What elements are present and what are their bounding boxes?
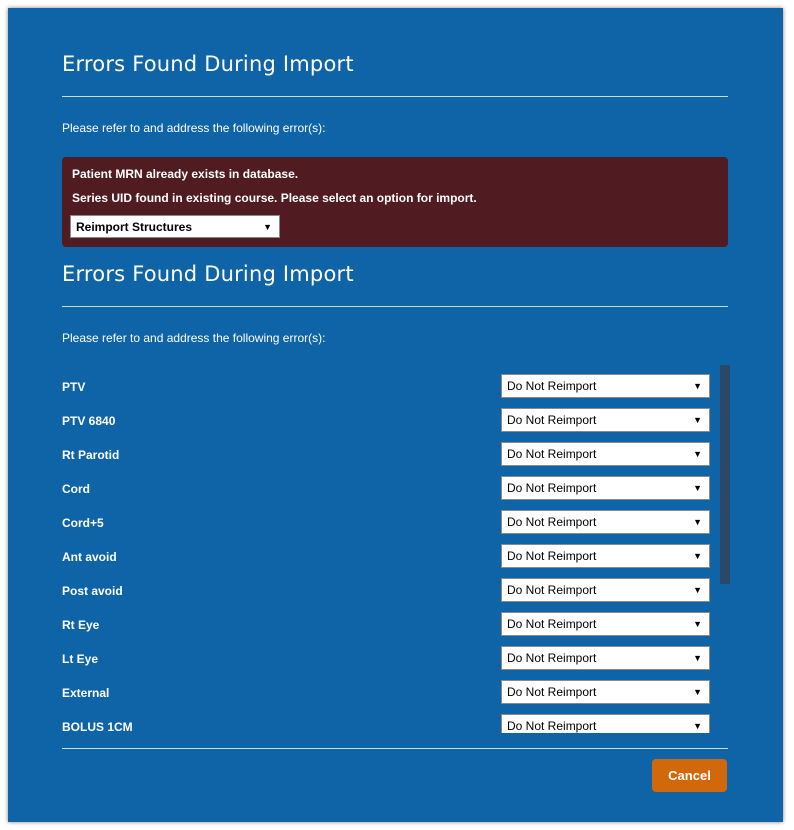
structure-reimport-value: Do Not Reimport <box>507 379 597 393</box>
structure-reimport-value: Do Not Reimport <box>507 617 597 631</box>
import-option-select[interactable]: Reimport Structures ▼ <box>70 215 280 238</box>
structure-label: Lt Eye <box>62 652 99 666</box>
structure-reimport-select[interactable]: Do Not Reimport ▼ <box>501 374 710 398</box>
structure-reimport-select[interactable]: Do Not Reimport ▼ <box>501 578 710 602</box>
section2-title: Errors Found During Import <box>62 262 354 286</box>
structure-row: Rt Eye Do Not Reimport ▼ <box>62 608 729 642</box>
structure-reimport-value: Do Not Reimport <box>507 413 597 427</box>
section1-title: Errors Found During Import <box>62 52 354 76</box>
structure-label: Cord+5 <box>62 516 104 530</box>
structure-reimport-select[interactable]: Do Not Reimport ▼ <box>501 510 710 534</box>
chevron-down-icon: ▼ <box>693 381 702 391</box>
structure-label: Post avoid <box>62 584 123 598</box>
structure-label: Rt Eye <box>62 618 100 632</box>
chevron-down-icon: ▼ <box>693 483 702 493</box>
section1-intro: Please refer to and address the followin… <box>62 121 326 135</box>
structure-row: External Do Not Reimport ▼ <box>62 676 729 710</box>
chevron-down-icon: ▼ <box>693 653 702 663</box>
structure-label: PTV <box>62 380 86 394</box>
structure-row: PTV Do Not Reimport ▼ <box>62 370 729 404</box>
structure-reimport-select[interactable]: Do Not Reimport ▼ <box>501 612 710 636</box>
structure-reimport-value: Do Not Reimport <box>507 583 597 597</box>
structure-reimport-value: Do Not Reimport <box>507 651 597 665</box>
structure-label: Cord <box>62 482 90 496</box>
section2-divider <box>62 306 728 307</box>
chevron-down-icon: ▼ <box>693 619 702 629</box>
chevron-down-icon: ▼ <box>693 721 702 731</box>
structure-reimport-value: Do Not Reimport <box>507 685 597 699</box>
structure-reimport-select[interactable]: Do Not Reimport ▼ <box>501 544 710 568</box>
section1-divider <box>62 96 728 97</box>
structure-reimport-select[interactable]: Do Not Reimport ▼ <box>501 408 710 432</box>
structure-label: Ant avoid <box>62 550 117 564</box>
structure-label: External <box>62 686 110 700</box>
section2-intro: Please refer to and address the followin… <box>62 331 326 345</box>
chevron-down-icon: ▼ <box>693 585 702 595</box>
import-option-value: Reimport Structures <box>76 219 193 234</box>
structure-label: Rt Parotid <box>62 448 120 462</box>
chevron-down-icon: ▼ <box>693 551 702 561</box>
structure-label: BOLUS 1CM <box>62 720 133 733</box>
structure-list-content: PTV Do Not Reimport ▼ PTV 6840 Do Not Reimpo… <box>62 370 729 733</box>
structure-reimport-value: Do Not Reimport <box>507 515 597 529</box>
structure-row: Lt Eye Do Not Reimport ▼ <box>62 642 729 676</box>
structure-row: Cord+5 Do Not Reimport ▼ <box>62 506 729 540</box>
structure-row: Rt Parotid Do Not Reimport ▼ <box>62 438 729 472</box>
structure-reimport-select[interactable]: Do Not Reimport ▼ <box>501 442 710 466</box>
structure-row: BOLUS 1CM Do Not Reimport ▼ <box>62 710 729 733</box>
chevron-down-icon: ▼ <box>693 517 702 527</box>
structure-row: Ant avoid Do Not Reimport ▼ <box>62 540 729 574</box>
structure-label: PTV 6840 <box>62 414 116 428</box>
structure-list: PTV Do Not Reimport ▼ PTV 6840 Do Not Reimpo… <box>62 370 729 733</box>
cancel-button[interactable]: Cancel <box>652 759 727 792</box>
structure-reimport-select[interactable]: Do Not Reimport ▼ <box>501 680 710 704</box>
structure-reimport-value: Do Not Reimport <box>507 481 597 495</box>
error-series-uid: Series UID found in existing course. Ple… <box>72 191 477 205</box>
structure-row: Cord Do Not Reimport ▼ <box>62 472 729 506</box>
chevron-down-icon: ▼ <box>693 449 702 459</box>
chevron-down-icon: ▼ <box>263 221 272 232</box>
structure-reimport-value: Do Not Reimport <box>507 447 597 461</box>
chevron-down-icon: ▼ <box>693 687 702 697</box>
structure-reimport-select[interactable]: Do Not Reimport ▼ <box>501 714 710 733</box>
import-errors-dialog: Errors Found During Import Please refer … <box>8 8 783 822</box>
error-mrn-exists: Patient MRN already exists in database. <box>72 167 299 181</box>
structure-row: PTV 6840 Do Not Reimport ▼ <box>62 404 729 438</box>
structure-list-scrollbar[interactable] <box>720 365 730 584</box>
structure-row: Post avoid Do Not Reimport ▼ <box>62 574 729 608</box>
structure-reimport-value: Do Not Reimport <box>507 719 597 733</box>
structure-reimport-select[interactable]: Do Not Reimport ▼ <box>501 476 710 500</box>
footer-divider <box>62 748 728 749</box>
chevron-down-icon: ▼ <box>693 415 702 425</box>
structure-reimport-value: Do Not Reimport <box>507 549 597 563</box>
structure-reimport-select[interactable]: Do Not Reimport ▼ <box>501 646 710 670</box>
error-message-box: Patient MRN already exists in database. … <box>62 157 728 247</box>
